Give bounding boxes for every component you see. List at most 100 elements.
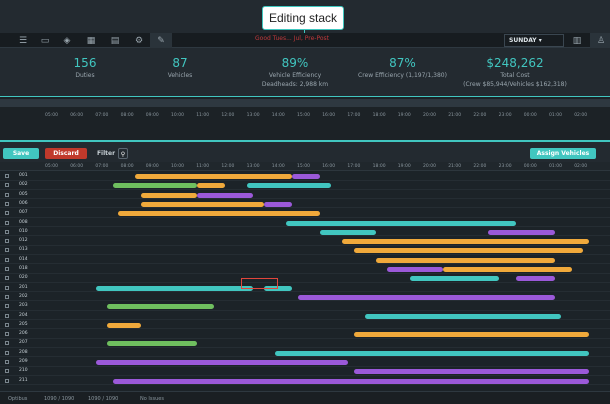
trip-bar[interactable]: [292, 174, 320, 179]
row-checkbox[interactable]: [5, 350, 9, 355]
trip-bar[interactable]: [140, 201, 264, 207]
table-row[interactable]: 209: [0, 358, 610, 367]
trip-bar[interactable]: [353, 332, 589, 338]
row-checkbox[interactable]: [5, 322, 9, 327]
trip-bar[interactable]: [107, 304, 214, 310]
trip-bar[interactable]: [135, 174, 292, 179]
table-row[interactable]: 020: [0, 274, 610, 283]
calendar-icon[interactable]: ▦: [80, 33, 102, 48]
table-row[interactable]: 203: [0, 302, 610, 311]
trip-bar[interactable]: [96, 285, 253, 291]
table-row[interactable]: 201: [0, 284, 610, 293]
file-icon[interactable]: ▤: [104, 33, 126, 48]
trash-icon[interactable]: ▥: [566, 33, 588, 48]
row-checkbox[interactable]: [5, 360, 9, 364]
table-row[interactable]: 208: [0, 349, 610, 358]
minimap-tick: 19:00: [397, 113, 411, 118]
layers-icon[interactable]: ◈: [56, 33, 78, 48]
trip-bar[interactable]: [140, 192, 197, 198]
trip-bar[interactable]: [247, 183, 332, 189]
table-row[interactable]: 007: [0, 209, 610, 218]
row-checkbox[interactable]: [5, 174, 9, 178]
filter-icon[interactable]: ⚲: [118, 148, 128, 159]
menu-icon[interactable]: ☰: [12, 33, 34, 48]
trip-bar[interactable]: [107, 322, 141, 328]
trip-bar[interactable]: [264, 201, 292, 207]
trip-bar[interactable]: [376, 257, 556, 263]
day-select[interactable]: SUNDAY ▾: [504, 34, 564, 47]
gantt-chart[interactable]: 05:00 06:00 07:00 08:00 09:00 10:00 11:00 12:00…: [0, 162, 610, 391]
trip-bar[interactable]: [286, 220, 516, 226]
trip-bar[interactable]: [516, 276, 556, 282]
gantt-tick: 07:00: [95, 164, 109, 169]
table-row[interactable]: 010: [0, 228, 610, 237]
table-row[interactable]: 207: [0, 339, 610, 348]
trip-bar[interactable]: [107, 341, 197, 347]
trip-bar[interactable]: [353, 248, 584, 254]
row-checkbox[interactable]: [5, 192, 9, 197]
trip-bar[interactable]: [112, 183, 197, 189]
table-row[interactable]: 014: [0, 256, 610, 265]
timeline-minimap[interactable]: 05:00 06:00 07:00 08:00 09:00 10:00 11:00 12:00…: [0, 96, 610, 142]
user-icon[interactable]: ♙: [590, 33, 610, 48]
row-checkbox[interactable]: [5, 248, 9, 253]
trip-bar[interactable]: [320, 229, 376, 235]
trip-bar[interactable]: [196, 183, 225, 189]
row-checkbox[interactable]: [5, 211, 9, 216]
row-checkbox[interactable]: [5, 201, 9, 206]
row-checkbox[interactable]: [5, 276, 9, 281]
trip-bar[interactable]: [353, 369, 589, 375]
table-row[interactable]: 013: [0, 246, 610, 255]
row-checkbox[interactable]: [5, 313, 9, 318]
minimap-tick: 11:00: [196, 113, 210, 118]
trip-bar[interactable]: [275, 350, 589, 356]
row-checkbox[interactable]: [5, 267, 9, 271]
trip-bar[interactable]: [488, 229, 556, 235]
table-row[interactable]: 211: [0, 377, 610, 386]
row-checkbox[interactable]: [5, 239, 9, 244]
table-row[interactable]: 210: [0, 367, 610, 376]
minimap-tick: 00:00: [523, 113, 537, 118]
table-row[interactable]: 006: [0, 200, 610, 209]
assign-vehicles-button[interactable]: Assign Vehicles: [530, 148, 596, 159]
trip-bar[interactable]: [387, 267, 444, 272]
table-row[interactable]: 204: [0, 312, 610, 321]
row-checkbox[interactable]: [5, 294, 9, 299]
trip-bar[interactable]: [196, 192, 253, 198]
table-row[interactable]: 012: [0, 237, 610, 246]
trip-bar[interactable]: [342, 239, 589, 245]
row-label: 204: [19, 312, 28, 318]
trip-bar[interactable]: [443, 267, 572, 272]
row-checkbox[interactable]: [5, 369, 9, 374]
row-checkbox[interactable]: [5, 220, 9, 225]
discard-button[interactable]: Discard: [45, 148, 87, 159]
table-row[interactable]: 205: [0, 321, 610, 330]
row-checkbox[interactable]: [5, 229, 9, 234]
trip-bar[interactable]: [118, 211, 320, 217]
row-checkbox[interactable]: [5, 257, 9, 262]
table-row[interactable]: 005: [0, 191, 610, 200]
table-row[interactable]: 002: [0, 181, 610, 190]
trip-bar[interactable]: [409, 276, 500, 282]
row-checkbox[interactable]: [5, 304, 9, 309]
trip-bar[interactable]: [96, 360, 348, 365]
pencil-icon[interactable]: ✎: [150, 33, 172, 48]
trip-bar[interactable]: [112, 378, 589, 384]
gantt-tick: 23:00: [498, 164, 512, 169]
table-row[interactable]: 206: [0, 330, 610, 339]
row-checkbox[interactable]: [5, 378, 9, 383]
row-checkbox[interactable]: [5, 341, 9, 346]
trip-bar[interactable]: [364, 313, 561, 319]
trip-bar[interactable]: [297, 294, 556, 300]
row-checkbox[interactable]: [5, 332, 9, 337]
table-row[interactable]: 001: [0, 172, 610, 181]
save-button[interactable]: Save: [3, 148, 39, 159]
folder-icon[interactable]: ▭: [34, 33, 56, 48]
row-label: 206: [19, 331, 28, 337]
table-row[interactable]: 008: [0, 219, 610, 228]
row-checkbox[interactable]: [5, 183, 9, 188]
gear-icon[interactable]: ⚙: [128, 33, 150, 48]
row-checkbox[interactable]: [5, 285, 9, 290]
table-row[interactable]: 202: [0, 293, 610, 302]
table-row[interactable]: 018: [0, 265, 610, 274]
